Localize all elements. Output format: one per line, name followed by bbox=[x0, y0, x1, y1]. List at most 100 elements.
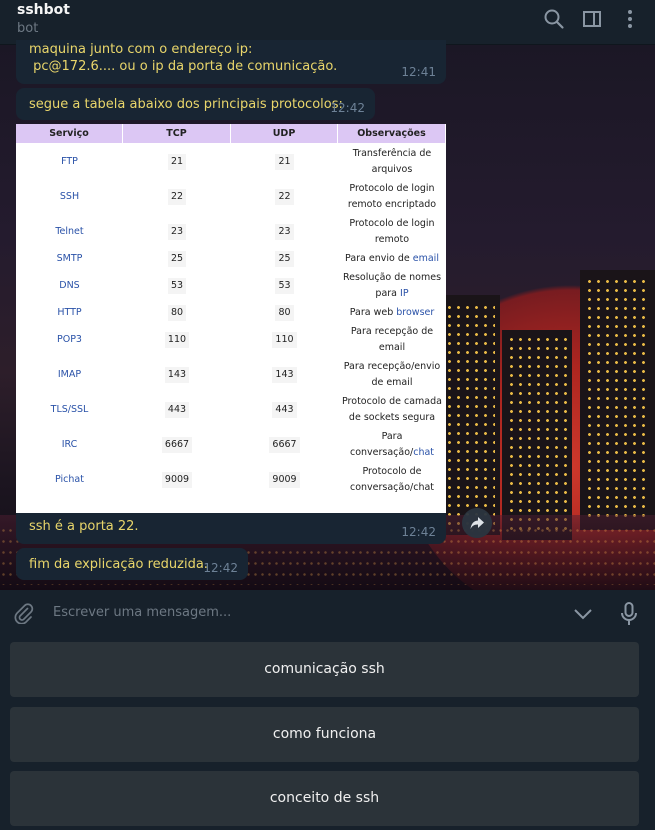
table-row: DNS 53 53 Resolução de nomes para IP bbox=[16, 268, 446, 303]
tcp-cell: 23 bbox=[123, 223, 231, 240]
message-input[interactable]: Escrever uma mensagem... bbox=[53, 605, 231, 620]
table-row: SSH 22 22 Protocolo de login remoto encripta… bbox=[16, 179, 446, 214]
header-service: Serviço bbox=[16, 124, 123, 143]
tcp-value: 6667 bbox=[161, 436, 193, 453]
chevron-down-icon[interactable] bbox=[572, 604, 594, 624]
tcp-cell: 25 bbox=[123, 250, 231, 267]
service-cell: Pichat bbox=[55, 473, 84, 485]
message-time: 12:42 bbox=[401, 525, 436, 539]
more-vertical-icon[interactable] bbox=[619, 8, 641, 30]
tcp-cell: 143 bbox=[123, 366, 231, 383]
tcp-value: 110 bbox=[164, 331, 190, 348]
tcp-value: 22 bbox=[167, 188, 187, 205]
protocol-table-image[interactable]: Serviço TCP UDP Observações FTP 21 21 Trans… bbox=[16, 124, 446, 513]
observation-text: remoto encriptado bbox=[347, 198, 437, 210]
tcp-cell: 443 bbox=[123, 401, 231, 418]
message-text: segue a tabela abaixo dos principais pro… bbox=[29, 97, 343, 112]
observation-text: Para bbox=[381, 430, 403, 442]
tcp-cell: 53 bbox=[123, 277, 231, 294]
header-obs: Observações bbox=[338, 124, 446, 143]
table-row: Telnet 23 23 Protocolo de login remoto bbox=[16, 214, 446, 249]
keyboard-button-conceito-de-ssh[interactable]: conceito de ssh bbox=[10, 771, 639, 826]
observation-text: Resolução de nomes bbox=[342, 271, 442, 283]
message-time: 12:41 bbox=[401, 65, 436, 79]
udp-value: 23 bbox=[275, 223, 294, 240]
service-cell: HTTP bbox=[57, 306, 82, 318]
udp-cell: 6667 bbox=[231, 436, 338, 453]
observation-cell: Resolução de nomes para IP bbox=[338, 270, 446, 302]
observation-text: Protocolo de bbox=[362, 465, 422, 477]
message-bubble[interactable]: fim da explicação reduzida. 12:42 bbox=[16, 548, 248, 580]
udp-cell: 53 bbox=[231, 277, 338, 294]
service-cell: FTP bbox=[61, 155, 78, 167]
observation-cell: Para conversação/chat bbox=[338, 429, 446, 461]
microphone-icon[interactable] bbox=[619, 601, 639, 627]
udp-cell: 23 bbox=[231, 223, 338, 240]
udp-value: 6667 bbox=[269, 436, 300, 453]
message-bubble[interactable]: segue a tabela abaixo dos principais pro… bbox=[16, 88, 375, 120]
observation-text: para bbox=[375, 287, 401, 299]
tcp-value: 9009 bbox=[161, 471, 193, 488]
observation-link[interactable]: email bbox=[413, 253, 439, 264]
observation-link[interactable]: chat bbox=[413, 447, 434, 458]
table-row: HTTP 80 80 Para web browser bbox=[16, 303, 446, 322]
table-row: SMTP 25 25 Para envio de email bbox=[16, 249, 446, 268]
udp-value: 22 bbox=[275, 188, 294, 205]
observation-cell: Protocolo de login remoto bbox=[338, 216, 446, 248]
keyboard-button-como-funciona[interactable]: como funciona bbox=[10, 707, 639, 762]
observation-text: email bbox=[378, 341, 406, 353]
udp-value: 53 bbox=[275, 277, 294, 294]
udp-cell: 25 bbox=[231, 250, 338, 267]
observation-cell: Protocolo de conversação/chat bbox=[338, 464, 446, 496]
observation-text: Para recepção/envio bbox=[343, 360, 441, 372]
tcp-value: 443 bbox=[164, 401, 190, 418]
tcp-value: 53 bbox=[167, 277, 187, 294]
observation-text: Para envio de bbox=[345, 252, 413, 264]
service-cell: IRC bbox=[61, 438, 78, 450]
observation-cell: Transferência de arquivos bbox=[338, 146, 446, 178]
tcp-value: 23 bbox=[167, 223, 187, 240]
observation-link[interactable]: IP bbox=[400, 288, 409, 299]
observation-text: Para recepção de bbox=[350, 325, 434, 337]
message-time: 12:42 bbox=[203, 561, 238, 575]
udp-cell: 9009 bbox=[231, 471, 338, 488]
observation-text: Transferência de bbox=[352, 147, 432, 159]
udp-cell: 22 bbox=[231, 188, 338, 205]
udp-cell: 80 bbox=[231, 304, 338, 321]
keyboard-button-comunicacao-ssh[interactable]: comunicação ssh bbox=[10, 642, 639, 697]
service-cell: IMAP bbox=[57, 368, 82, 380]
udp-value: 9009 bbox=[269, 471, 300, 488]
observation-text: arquivos bbox=[371, 163, 413, 175]
observation-link[interactable]: browser bbox=[396, 307, 434, 318]
attach-icon[interactable] bbox=[12, 602, 34, 624]
tcp-value: 80 bbox=[167, 304, 187, 321]
message-text: maquina junto com o endereço ip: pc@172.… bbox=[29, 42, 338, 74]
udp-value: 80 bbox=[275, 304, 294, 321]
service-cell: DNS bbox=[59, 279, 80, 291]
tcp-cell: 110 bbox=[123, 331, 231, 348]
service-cell: Telnet bbox=[55, 225, 84, 237]
header-tcp: TCP bbox=[123, 124, 231, 143]
udp-value: 110 bbox=[272, 331, 297, 348]
service-cell: TLS/SSL bbox=[50, 403, 89, 415]
tcp-cell: 9009 bbox=[123, 471, 231, 488]
tcp-value: 25 bbox=[167, 250, 187, 267]
tcp-cell: 21 bbox=[123, 153, 231, 170]
chat-title[interactable]: sshbot bbox=[17, 2, 70, 18]
sidebar-toggle-icon[interactable] bbox=[581, 8, 603, 30]
header-udp: UDP bbox=[231, 124, 338, 143]
observation-cell: Para web browser bbox=[338, 305, 446, 321]
forward-icon[interactable] bbox=[462, 508, 492, 538]
table-row: POP3 110 110 Para recepção de email bbox=[16, 322, 446, 357]
service-cell: SSH bbox=[59, 190, 80, 202]
tcp-value: 143 bbox=[164, 366, 190, 383]
observation-text: remoto bbox=[374, 233, 410, 245]
udp-cell: 143 bbox=[231, 366, 338, 383]
table-row: Pichat 9009 9009 Protocolo de conversação/ch… bbox=[16, 462, 446, 497]
message-bubble[interactable]: maquina junto com o endereço ip: pc@172.… bbox=[16, 40, 446, 84]
observation-cell: Para recepção/envio de email bbox=[338, 359, 446, 391]
udp-cell: 443 bbox=[231, 401, 338, 418]
udp-value: 21 bbox=[275, 153, 294, 170]
observation-cell: Protocolo de camada de sockets segura bbox=[338, 394, 446, 426]
search-icon[interactable] bbox=[543, 8, 565, 30]
